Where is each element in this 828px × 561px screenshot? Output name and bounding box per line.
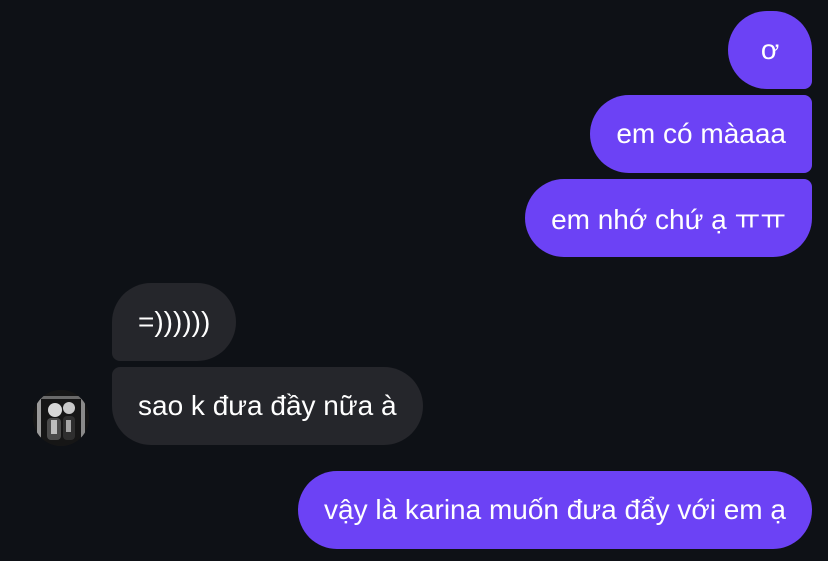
outgoing-message[interactable]: em có màaaa bbox=[590, 95, 812, 173]
message-text: ơ bbox=[760, 34, 780, 65]
chat-thread: ơ em có màaaa em nhớ chứ ạ ㅠㅠ =)))))) sa… bbox=[0, 0, 828, 561]
outgoing-message[interactable]: em nhớ chứ ạ ㅠㅠ bbox=[525, 179, 812, 257]
incoming-message[interactable]: sao k đưa đầy nữa à bbox=[112, 367, 423, 445]
message-text: =)))))) bbox=[138, 306, 211, 337]
contact-avatar[interactable] bbox=[33, 390, 89, 446]
outgoing-message[interactable]: vậy là karina muốn đưa đẩy với em ạ bbox=[298, 471, 812, 549]
message-text: sao k đưa đầy nữa à bbox=[138, 390, 397, 421]
message-text: vậy là karina muốn đưa đẩy với em ạ bbox=[324, 494, 786, 525]
incoming-message[interactable]: =)))))) bbox=[112, 283, 237, 361]
avatar-photo-icon bbox=[33, 390, 89, 446]
message-text: em có màaaa bbox=[616, 118, 786, 149]
message-text: em nhớ chứ ạ ㅠㅠ bbox=[551, 204, 786, 235]
outgoing-message[interactable]: ơ bbox=[728, 11, 812, 89]
